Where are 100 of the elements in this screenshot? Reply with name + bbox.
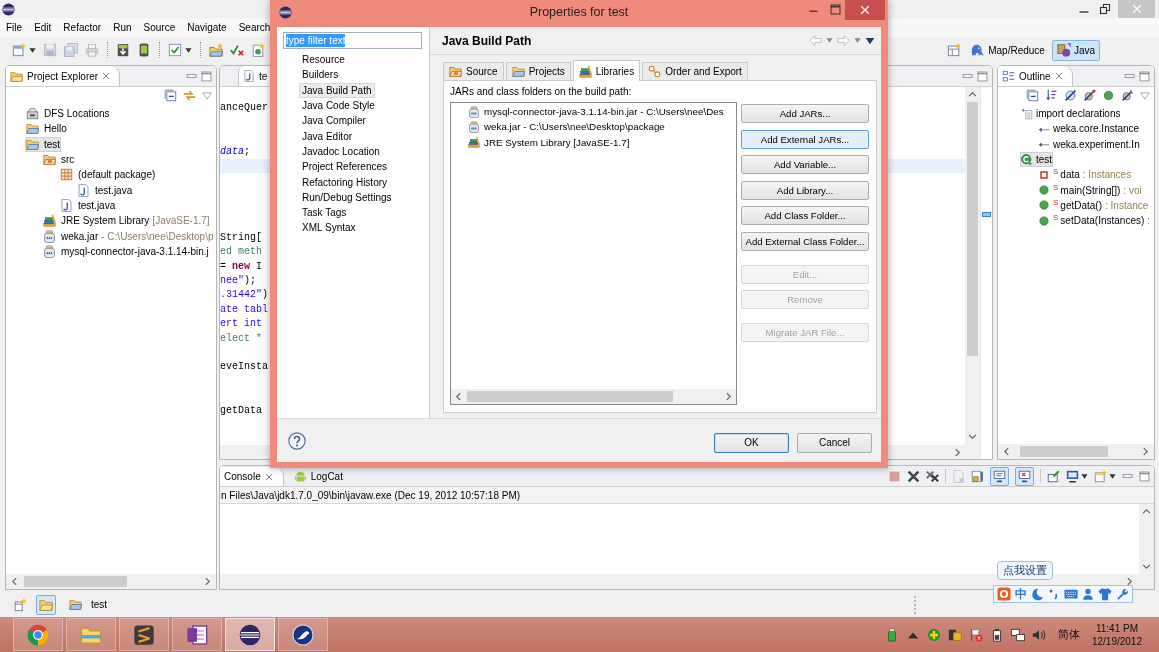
- network-icon[interactable]: [1010, 627, 1025, 642]
- nav-item[interactable]: Java Code Style: [299, 98, 378, 114]
- vertical-scrollbar[interactable]: [965, 87, 980, 459]
- device-icon[interactable]: [137, 43, 151, 57]
- scrollbar-thumb[interactable]: [1020, 446, 1108, 457]
- tree-item[interactable]: $^{S}$ getData() : Instance: [1037, 197, 1150, 213]
- speaker-icon[interactable]: [1031, 627, 1046, 642]
- dialog-button[interactable]: Cancel: [797, 432, 872, 453]
- scrollbar-thumb[interactable]: [24, 576, 127, 587]
- moon-icon[interactable]: [1031, 587, 1044, 601]
- horizontal-scrollbar[interactable]: [220, 574, 1154, 589]
- tree-item[interactable]: Hello: [25, 121, 68, 137]
- action-button[interactable]: Add Library...: [741, 180, 869, 200]
- restore-icon[interactable]: [1099, 3, 1111, 15]
- menu-item[interactable]: Navigate: [181, 20, 233, 35]
- scroll-right-icon[interactable]: [1125, 577, 1134, 586]
- keyboard-icon[interactable]: [1064, 587, 1078, 601]
- input-mode-toggle[interactable]: 中: [1015, 587, 1027, 601]
- wrench-icon[interactable]: [1116, 587, 1129, 601]
- maximize-icon[interactable]: [977, 70, 988, 82]
- tab[interactable]: Libraries: [572, 60, 641, 81]
- console-output-icon[interactable]: [990, 466, 1009, 486]
- nav-item[interactable]: Java Compiler: [299, 113, 369, 129]
- remove-all-icon[interactable]: [926, 469, 939, 483]
- remove-icon[interactable]: [907, 469, 920, 483]
- list-item[interactable]: mysql-connector-java-3.1.14-bin.jar - C:\Users\nee\Des: [468, 105, 724, 118]
- new-folder-icon[interactable]: [209, 43, 223, 57]
- horizontal-scrollbar[interactable]: [451, 389, 736, 404]
- menu-item[interactable]: File: [0, 20, 29, 35]
- tab[interactable]: Order and Export: [642, 62, 748, 80]
- maximize-icon[interactable]: [830, 4, 841, 15]
- tree-item[interactable]: JRE System Library [JavaSE-1.7]: [42, 213, 211, 229]
- dot-icon[interactable]: [1102, 89, 1115, 102]
- tree-item[interactable]: test: [25, 136, 62, 152]
- action-button[interactable]: Add Variable...: [741, 155, 869, 174]
- shirt-icon[interactable]: [1098, 587, 1112, 601]
- flag-icon[interactable]: [968, 627, 983, 642]
- menu-item[interactable]: Edit: [28, 20, 58, 35]
- perspective-button[interactable]: Java: [1051, 39, 1100, 61]
- scroll-down-icon[interactable]: [1142, 562, 1151, 571]
- folder-icon[interactable]: [36, 594, 56, 615]
- nav-item[interactable]: Run/Debug Settings: [299, 189, 395, 205]
- scroll-left-icon[interactable]: [10, 577, 19, 586]
- menu-item[interactable]: Run: [107, 20, 138, 35]
- tree-item[interactable]: DFS Locations: [25, 106, 111, 122]
- vertical-scrollbar[interactable]: [1139, 504, 1154, 574]
- horizontal-scrollbar[interactable]: [998, 444, 1154, 459]
- list-item[interactable]: weka.jar - C:\Users\nee\Desktop\package: [468, 120, 665, 133]
- card-reader-icon[interactable]: [947, 627, 962, 642]
- caret-icon[interactable]: [185, 46, 192, 54]
- scroll-right-icon[interactable]: [203, 577, 212, 586]
- close-icon[interactable]: [264, 472, 273, 481]
- user-icon[interactable]: [1082, 588, 1094, 600]
- dialog-button[interactable]: OK: [714, 432, 789, 453]
- pin-icon[interactable]: [1047, 469, 1060, 483]
- test-run-icon[interactable]: [230, 43, 244, 57]
- list-item[interactable]: JRE System Library [JavaSE-1.7]: [468, 136, 630, 149]
- plus-icon[interactable]: [926, 627, 941, 642]
- scroll-left-icon[interactable]: [1002, 447, 1011, 456]
- clock-time[interactable]: 11:41 PM: [1095, 621, 1138, 635]
- scrollbar-thumb[interactable]: [967, 102, 978, 356]
- view-tab[interactable]: Outline: [998, 66, 1073, 86]
- scroll-up-icon[interactable]: [1142, 507, 1151, 516]
- action-button[interactable]: Add External JARs...: [741, 129, 869, 149]
- horizontal-scrollbar[interactable]: [6, 574, 216, 589]
- nav-item[interactable]: Project References: [299, 159, 391, 175]
- tree-item[interactable]: src: [42, 152, 76, 168]
- taskbar-button[interactable]: [225, 618, 275, 651]
- link-with-editor-icon[interactable]: [183, 89, 196, 102]
- tree-item[interactable]: (default package): [59, 167, 157, 183]
- action-button[interactable]: Add External Class Folder...: [741, 231, 869, 251]
- scroll-right-icon[interactable]: [953, 447, 962, 457]
- caret-icon[interactable]: [1109, 472, 1116, 480]
- scrollbar-thumb[interactable]: [467, 391, 673, 402]
- maximize-icon[interactable]: [1139, 470, 1150, 482]
- nav-item[interactable]: Java Editor: [299, 128, 356, 144]
- maximize-icon[interactable]: [201, 70, 212, 82]
- collapse-all-icon[interactable]: [1026, 89, 1039, 102]
- view-menu-icon[interactable]: [865, 35, 875, 46]
- tree-item[interactable]: weka.experiment.In: [1037, 136, 1141, 152]
- menu-item[interactable]: Source: [137, 20, 182, 35]
- view-tab[interactable]: Project Explorer: [6, 66, 121, 86]
- tree-item[interactable]: test.java: [76, 182, 134, 198]
- new-class-icon[interactable]: [251, 43, 265, 57]
- tree-item[interactable]: $^{S}$ data : Instances: [1037, 167, 1133, 183]
- action-button[interactable]: Add JARs...: [741, 104, 869, 123]
- nav-item[interactable]: Refactoring History: [299, 174, 391, 190]
- ime-logo-icon[interactable]: [997, 587, 1011, 601]
- hide-static-icon[interactable]: [1083, 89, 1096, 102]
- help-icon[interactable]: [288, 431, 306, 450]
- nav-item[interactable]: Resource: [299, 52, 348, 68]
- clock-date[interactable]: 12/19/2012: [1091, 634, 1142, 648]
- scroll-up-icon[interactable]: [968, 90, 977, 99]
- hide-local-types-icon[interactable]: [1121, 89, 1134, 102]
- maximize-icon[interactable]: [1139, 70, 1150, 82]
- action-button[interactable]: Add Class Folder...: [741, 206, 869, 225]
- nav-item[interactable]: XML Syntax: [299, 220, 359, 236]
- overview-marker[interactable]: [982, 212, 991, 217]
- tree-item[interactable]: test: [1020, 152, 1054, 168]
- view-tab[interactable]: LogCat: [289, 467, 351, 486]
